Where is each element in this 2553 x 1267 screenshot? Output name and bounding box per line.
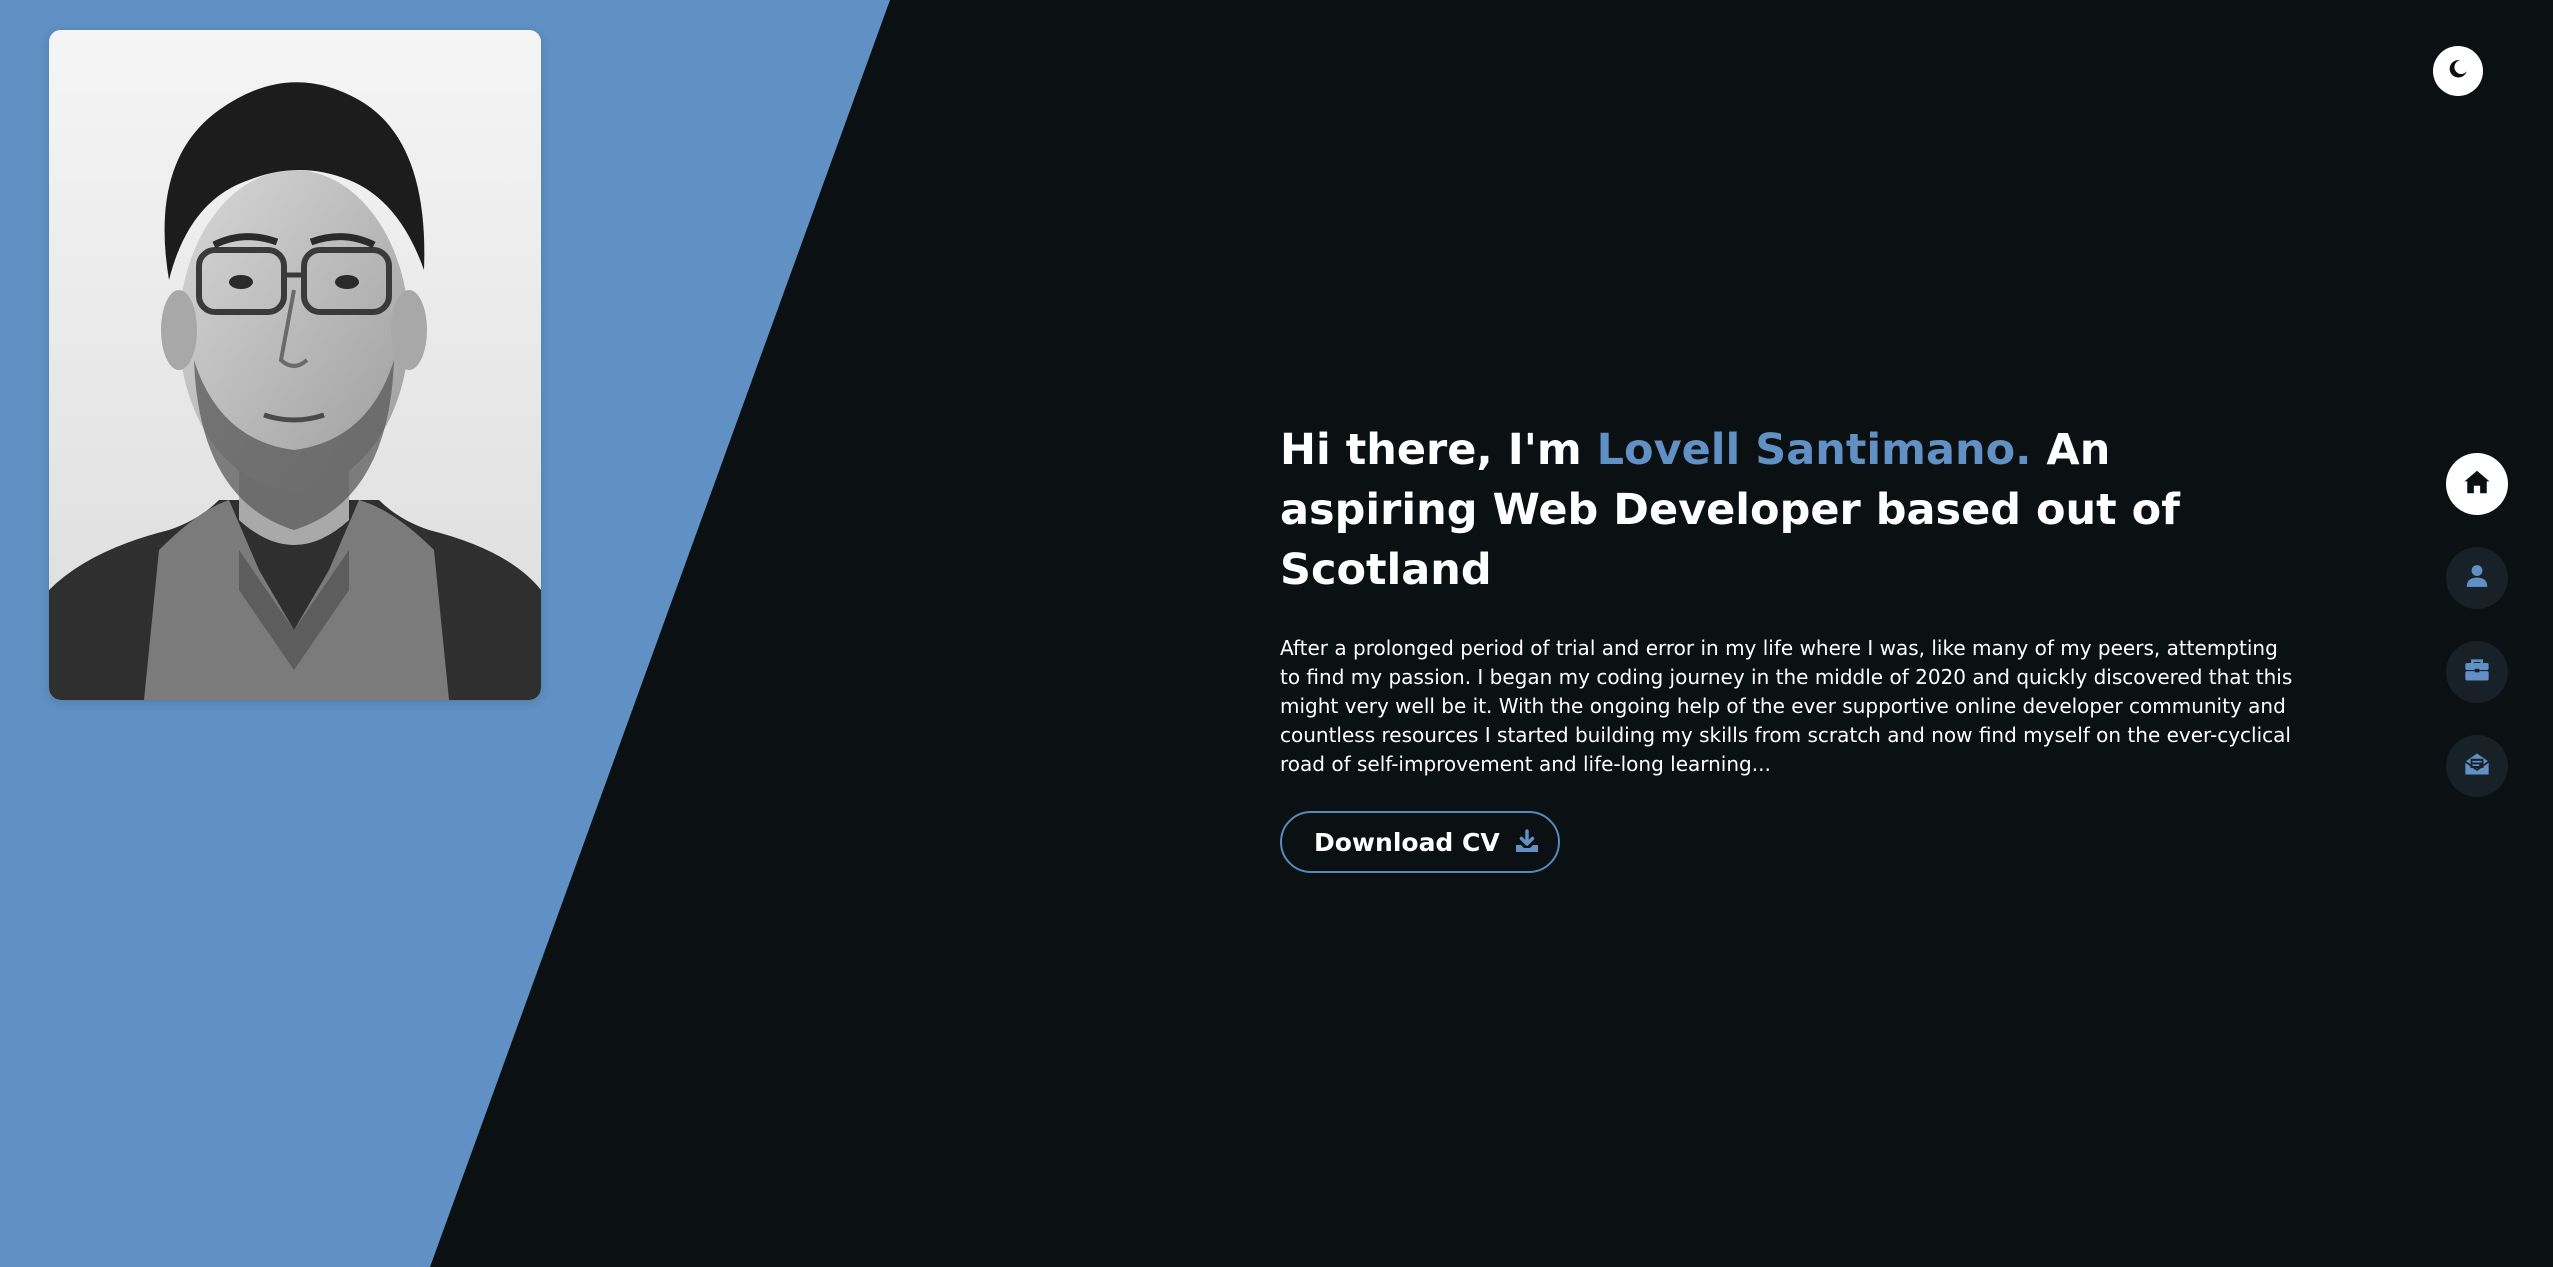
portrait-image: [49, 30, 541, 700]
nav-about-button[interactable]: [2446, 547, 2508, 609]
home-icon: [2462, 467, 2492, 502]
hero-description: After a prolonged period of trial and er…: [1280, 636, 2293, 776]
author-name: Lovell Santimano.: [1596, 425, 2032, 475]
briefcase-icon: [2463, 656, 2491, 689]
hero-title-prefix: Hi there, I'm: [1280, 425, 1597, 475]
profile-photo: [49, 30, 541, 700]
hero-section: Hi there, I'm Lovell Santimano. An aspir…: [1280, 420, 2310, 873]
homepage: Hi there, I'm Lovell Santimano. An aspir…: [0, 0, 2553, 1267]
moon-icon: [2447, 58, 2469, 85]
download-cv-button[interactable]: Download CV: [1280, 811, 1560, 873]
mail-icon: [2463, 750, 2491, 783]
nav-projects-button[interactable]: [2446, 641, 2508, 703]
side-navigation: [2446, 453, 2508, 829]
download-cv-label: Download CV: [1314, 827, 1500, 857]
nav-contact-button[interactable]: [2446, 735, 2508, 797]
user-icon: [2464, 563, 2490, 594]
download-icon: [1513, 828, 1541, 856]
theme-toggle-button[interactable]: [2433, 46, 2483, 96]
hero-title: Hi there, I'm Lovell Santimano. An aspir…: [1280, 420, 2310, 600]
nav-home-button[interactable]: [2446, 453, 2508, 515]
